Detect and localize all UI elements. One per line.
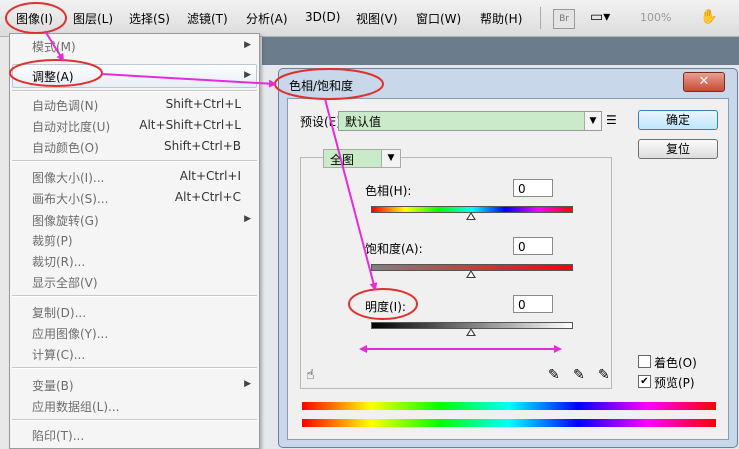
highlight-circle xyxy=(9,59,103,87)
annotation-arrow xyxy=(44,30,65,62)
highlight-circle xyxy=(5,2,67,34)
annotation-arrow xyxy=(324,98,378,291)
highlight-circle xyxy=(348,288,418,320)
annotation-overlay xyxy=(5,2,562,353)
highlight-circle xyxy=(274,68,384,100)
annotation-arrow xyxy=(101,73,277,88)
